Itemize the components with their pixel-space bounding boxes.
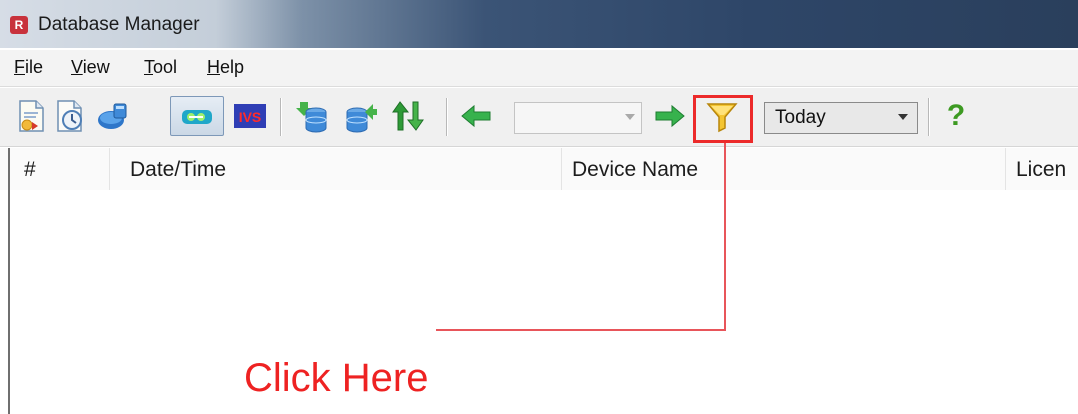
menu-help-mnemonic: H — [207, 57, 220, 77]
db-import-button[interactable] — [294, 98, 330, 134]
chevron-down-icon — [625, 114, 635, 120]
menu-tool-label: ool — [153, 57, 178, 77]
toolbar: IVS Today ? — [0, 88, 1078, 147]
table-body[interactable] — [0, 190, 1078, 414]
menu-file-mnemonic: F — [14, 57, 25, 77]
column-header-number[interactable]: # — [0, 148, 110, 190]
arrow-right-icon — [655, 104, 685, 128]
live-view-icon — [182, 110, 212, 124]
menu-tool[interactable]: Tool — [144, 57, 177, 78]
filter-highlight-box — [693, 95, 753, 143]
ivs-label: IVS — [239, 109, 262, 125]
menu-tool-mnemonic: T — [144, 57, 153, 77]
menu-file-label: ile — [25, 57, 44, 77]
callout-line-vertical — [724, 143, 726, 331]
column-header-label: Licen — [1016, 158, 1067, 181]
menu-view-mnemonic: V — [71, 57, 83, 77]
chevron-down-icon — [898, 114, 908, 120]
app-icon: R — [10, 16, 28, 34]
column-header-datetime[interactable]: Date/Time — [110, 148, 562, 190]
sync-button[interactable] — [390, 98, 426, 134]
click-here-annotation: Click Here — [244, 356, 429, 400]
toolbar-separator — [446, 98, 448, 136]
column-header-label: Date/Time — [130, 158, 227, 181]
ivs-button[interactable]: IVS — [232, 98, 268, 134]
network-globe-icon — [98, 103, 127, 129]
nav-combo[interactable] — [514, 102, 642, 134]
toolbar-separator — [280, 98, 282, 136]
toolbar-separator — [928, 98, 930, 136]
column-header-license[interactable]: Licen — [1006, 148, 1078, 190]
arrow-left-icon — [461, 104, 491, 128]
column-header-label: # — [24, 158, 36, 181]
help-icon[interactable]: ? — [938, 98, 974, 134]
next-button[interactable] — [652, 98, 688, 134]
menu-help-label: elp — [220, 57, 245, 77]
menu-bar: File View Tool Help — [0, 50, 1078, 87]
live-view-button[interactable] — [170, 96, 224, 136]
callout-line-horizontal — [436, 329, 726, 331]
date-range-value: Today — [775, 107, 826, 128]
menu-file[interactable]: File — [14, 57, 43, 78]
export-report-icon — [19, 100, 44, 132]
title-bar[interactable]: R Database Manager — [0, 0, 1078, 48]
table-header: # Date/Time Device Name Licen — [0, 148, 1078, 191]
window-title: Database Manager — [38, 14, 200, 35]
db-export-icon — [346, 104, 377, 133]
network-button[interactable] — [94, 98, 130, 134]
previous-button[interactable] — [458, 98, 494, 134]
menu-help[interactable]: Help — [207, 57, 244, 78]
db-import-icon — [296, 102, 327, 133]
database-manager-window: R Database Manager File View Tool Help I… — [0, 0, 1078, 414]
export-report-button[interactable] — [14, 98, 50, 134]
list-border — [8, 148, 10, 414]
schedule-backup-button[interactable] — [53, 98, 89, 134]
column-header-label: Device Name — [572, 158, 699, 181]
ivs-icon: IVS — [234, 104, 266, 128]
menu-view[interactable]: View — [71, 57, 110, 78]
schedule-backup-icon — [57, 100, 82, 132]
db-export-button[interactable] — [343, 98, 379, 134]
menu-view-label: iew — [82, 57, 110, 77]
date-range-combo[interactable]: Today — [764, 102, 918, 134]
column-header-device-name[interactable]: Device Name — [562, 148, 1006, 190]
sync-arrows-icon — [392, 101, 424, 131]
